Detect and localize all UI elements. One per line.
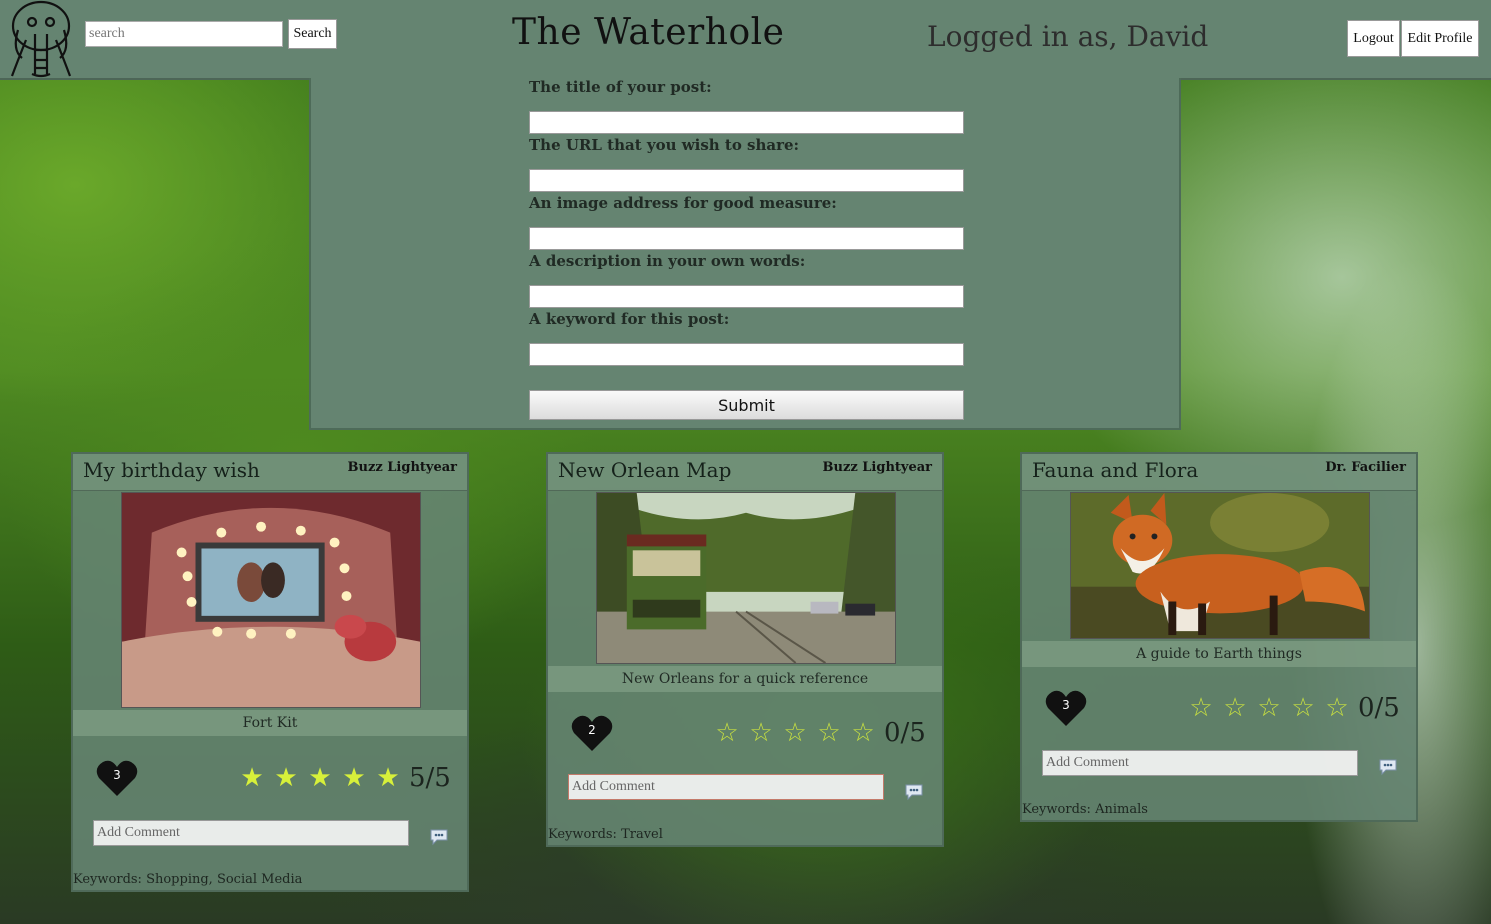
star-empty-icon[interactable]: ☆ xyxy=(1184,693,1218,723)
card-keywords: Keywords: Shopping, Social Media xyxy=(73,872,303,887)
url-label: The URL that you wish to share: xyxy=(529,136,800,154)
card-author[interactable]: Buzz Lightyear xyxy=(823,460,932,475)
like-button[interactable]: 3 xyxy=(1044,688,1088,728)
post-image[interactable] xyxy=(121,492,421,708)
keyword-input[interactable] xyxy=(529,343,964,366)
rating-text: 5/5 xyxy=(409,763,451,793)
comment-input[interactable] xyxy=(568,774,884,800)
post-card: Fauna and Flora Dr. Facilier A guide to … xyxy=(1020,452,1418,822)
card-author[interactable]: Dr. Facilier xyxy=(1325,460,1406,475)
description-input[interactable] xyxy=(529,285,964,308)
description-label: A description in your own words: xyxy=(529,252,806,270)
star-empty-icon[interactable]: ☆ xyxy=(846,718,880,748)
star-empty-icon[interactable]: ☆ xyxy=(710,718,744,748)
card-header: My birthday wish Buzz Lightyear xyxy=(73,454,467,491)
logged-in-status: Logged in as, David xyxy=(927,20,1209,53)
keyword-label: A keyword for this post: xyxy=(529,310,730,328)
post-card: New Orlean Map Buzz Lightyear New Orlean… xyxy=(546,452,944,847)
title-label: The title of your post: xyxy=(529,78,712,96)
star-empty-icon[interactable]: ☆ xyxy=(1286,693,1320,723)
submit-button[interactable]: Submit xyxy=(529,390,964,420)
star-rating: ☆ ☆ ☆ ☆ ☆ 0/5 xyxy=(710,718,926,748)
star-empty-icon[interactable]: ☆ xyxy=(812,718,846,748)
card-title[interactable]: My birthday wish xyxy=(83,458,260,482)
card-title[interactable]: Fauna and Flora xyxy=(1032,458,1198,482)
url-input[interactable] xyxy=(529,169,964,192)
like-count: 3 xyxy=(113,768,121,782)
star-empty-icon[interactable]: ☆ xyxy=(744,718,778,748)
card-header: Fauna and Flora Dr. Facilier xyxy=(1022,454,1416,491)
post-image[interactable] xyxy=(596,492,896,664)
image-label: An image address for good measure: xyxy=(529,194,837,212)
card-description: A guide to Earth things xyxy=(1022,641,1416,667)
card-keywords: Keywords: Travel xyxy=(548,827,663,842)
top-bar: Search The Waterhole Logged in as, David… xyxy=(0,0,1491,80)
card-keywords: Keywords: Animals xyxy=(1022,802,1148,817)
new-post-form: The title of your post: The URL that you… xyxy=(309,78,1181,430)
speech-bubble-icon[interactable] xyxy=(904,783,924,801)
elephant-icon[interactable] xyxy=(8,0,74,78)
star-empty-icon[interactable]: ☆ xyxy=(778,718,812,748)
site-title: The Waterhole xyxy=(512,12,785,53)
like-count: 2 xyxy=(588,723,596,737)
star-filled-icon[interactable]: ★ xyxy=(371,763,405,793)
card-header: New Orlean Map Buzz Lightyear xyxy=(548,454,942,491)
title-input[interactable] xyxy=(529,111,964,134)
search-input[interactable] xyxy=(85,21,283,47)
like-button[interactable]: 2 xyxy=(570,713,614,753)
card-description: New Orleans for a quick reference xyxy=(548,666,942,692)
comment-input[interactable] xyxy=(1042,750,1358,776)
star-empty-icon[interactable]: ☆ xyxy=(1252,693,1286,723)
star-empty-icon[interactable]: ☆ xyxy=(1218,693,1252,723)
comment-input[interactable] xyxy=(93,820,409,846)
card-author[interactable]: Buzz Lightyear xyxy=(348,460,457,475)
search-button[interactable]: Search xyxy=(288,19,337,49)
post-image[interactable] xyxy=(1070,492,1370,639)
star-filled-icon[interactable]: ★ xyxy=(235,763,269,793)
card-title[interactable]: New Orlean Map xyxy=(558,458,731,482)
speech-bubble-icon[interactable] xyxy=(1378,758,1398,776)
star-filled-icon[interactable]: ★ xyxy=(269,763,303,793)
star-filled-icon[interactable]: ★ xyxy=(337,763,371,793)
star-filled-icon[interactable]: ★ xyxy=(303,763,337,793)
post-card: My birthday wish Buzz Lightyear Fort Kit… xyxy=(71,452,469,892)
rating-text: 0/5 xyxy=(1358,693,1400,723)
rating-text: 0/5 xyxy=(884,718,926,748)
star-empty-icon[interactable]: ☆ xyxy=(1320,693,1354,723)
logout-button[interactable]: Logout xyxy=(1347,20,1400,57)
like-button[interactable]: 3 xyxy=(95,758,139,798)
card-description: Fort Kit xyxy=(73,710,467,736)
image-input[interactable] xyxy=(529,227,964,250)
star-rating: ★ ★ ★ ★ ★ 5/5 xyxy=(235,763,451,793)
speech-bubble-icon[interactable] xyxy=(429,828,449,846)
like-count: 3 xyxy=(1062,698,1070,712)
star-rating: ☆ ☆ ☆ ☆ ☆ 0/5 xyxy=(1184,693,1400,723)
edit-profile-button[interactable]: Edit Profile xyxy=(1401,20,1479,57)
